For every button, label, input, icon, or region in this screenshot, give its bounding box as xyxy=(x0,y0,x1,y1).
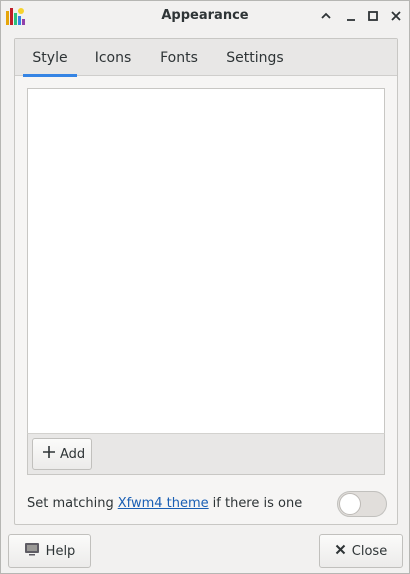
matching-theme-toggle[interactable] xyxy=(337,491,387,517)
help-button[interactable]: Help xyxy=(8,534,91,568)
maximize-icon[interactable] xyxy=(364,7,382,25)
appearance-window: Appearance Style Icons Fonts Settings Ad… xyxy=(0,0,410,574)
title-bar[interactable]: Appearance xyxy=(1,1,409,32)
close-x-icon xyxy=(335,544,346,559)
tab-fonts[interactable]: Fonts xyxy=(151,39,207,76)
matching-theme-row: Set matching Xfwm4 theme if there is one xyxy=(27,491,387,517)
minimize-icon[interactable] xyxy=(342,7,360,25)
plus-icon xyxy=(42,445,56,463)
list-toolbar: Add xyxy=(27,433,385,475)
settings-notebook: Style Icons Fonts Settings Add Set match… xyxy=(14,38,398,525)
tab-style[interactable]: Style xyxy=(23,39,77,77)
xfwm4-theme-link[interactable]: Xfwm4 theme xyxy=(118,496,209,511)
matching-prefix: Set matching xyxy=(27,495,114,511)
style-list[interactable] xyxy=(27,88,385,475)
matching-suffix: if there is one xyxy=(212,495,303,511)
tab-settings[interactable]: Settings xyxy=(219,39,291,76)
help-icon xyxy=(24,542,40,560)
toggle-knob xyxy=(339,493,361,515)
help-button-label: Help xyxy=(45,543,76,559)
tab-bar: Style Icons Fonts Settings xyxy=(15,39,397,77)
tab-icons[interactable]: Icons xyxy=(87,39,139,76)
close-icon[interactable] xyxy=(387,7,405,25)
close-button-label: Close xyxy=(351,543,388,559)
add-button-label: Add xyxy=(60,446,86,462)
chevron-up-icon[interactable] xyxy=(317,7,335,25)
close-button[interactable]: Close xyxy=(319,534,403,568)
add-button[interactable]: Add xyxy=(32,438,92,470)
